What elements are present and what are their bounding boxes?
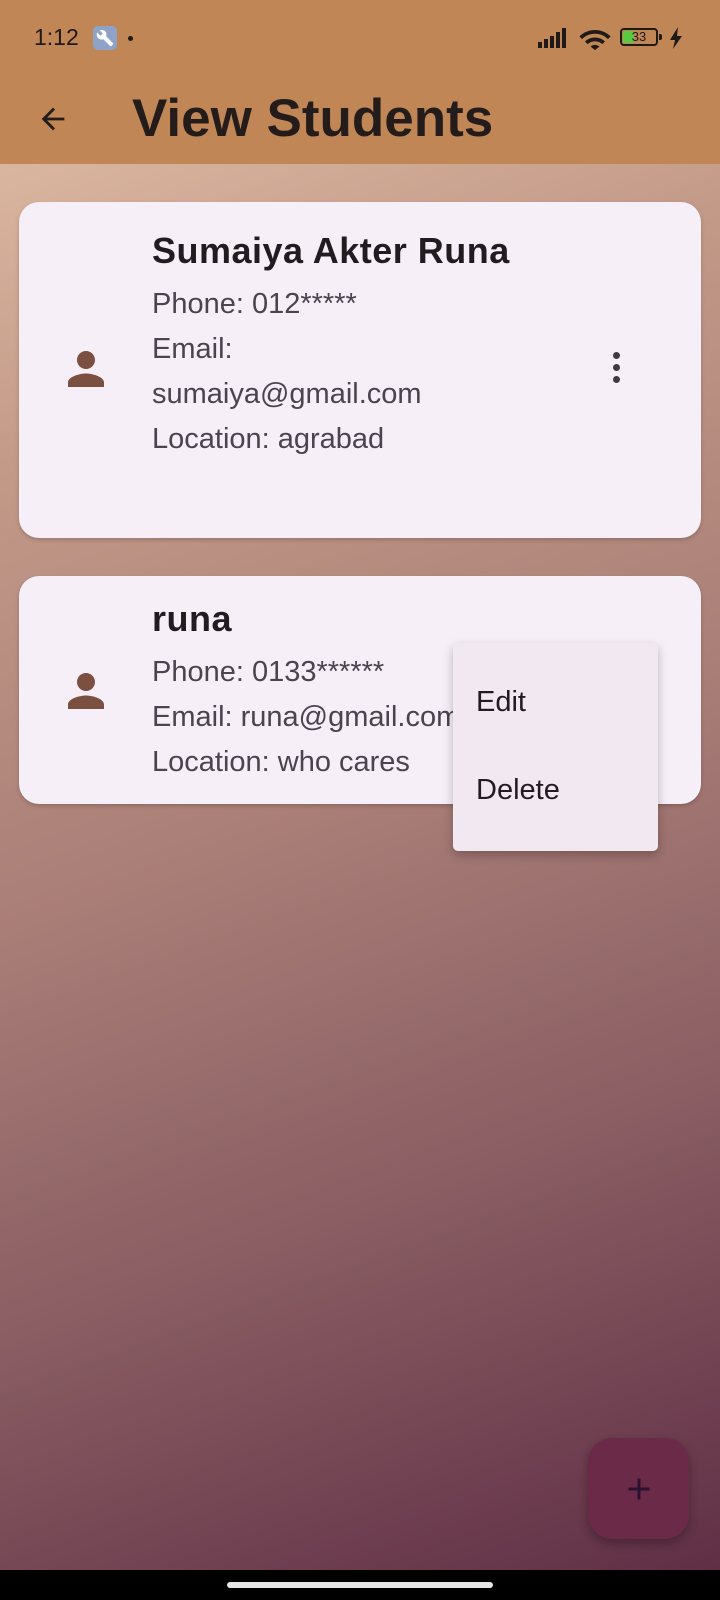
- person-icon: [68, 351, 104, 387]
- student-info: Sumaiya Akter Runa Phone: 012***** Email…: [152, 220, 551, 462]
- menu-item-edit[interactable]: Edit: [453, 658, 658, 746]
- wifi-icon: [578, 26, 612, 55]
- app-bar: View Students: [0, 78, 720, 164]
- student-name: Sumaiya Akter Runa: [152, 230, 510, 271]
- add-icon: [628, 1478, 649, 1499]
- arrow-back-icon: [41, 107, 65, 131]
- home-indicator[interactable]: [227, 1582, 493, 1588]
- more-vert-icon: [609, 352, 623, 383]
- student-card[interactable]: Sumaiya Akter Runa Phone: 012***** Email…: [19, 202, 701, 538]
- charging-icon: [669, 27, 683, 54]
- person-icon: [68, 673, 104, 709]
- student-email-label: Email:: [152, 333, 233, 365]
- menu-item-delete[interactable]: Delete: [453, 746, 658, 834]
- wrench-icon: [93, 26, 117, 50]
- battery-icon: 33: [620, 28, 662, 46]
- more-options-button[interactable]: [609, 352, 623, 392]
- status-time: 1:12: [34, 24, 79, 50]
- notification-dot-icon: [128, 36, 133, 41]
- navigation-bar: [0, 1570, 720, 1600]
- signal-icon: [538, 28, 570, 53]
- add-student-button[interactable]: [588, 1438, 689, 1539]
- back-button[interactable]: [26, 92, 80, 146]
- page-title: View Students: [132, 89, 494, 148]
- student-location: Location: agrabad: [152, 423, 385, 455]
- status-bar: 1:12 33: [0, 0, 720, 78]
- student-name: runa: [152, 598, 233, 639]
- student-email: sumaiya@gmail.com: [152, 378, 422, 410]
- student-phone: Phone: 012*****: [152, 288, 357, 320]
- popup-menu: Edit Delete: [453, 643, 658, 851]
- battery-level: 33: [631, 29, 647, 44]
